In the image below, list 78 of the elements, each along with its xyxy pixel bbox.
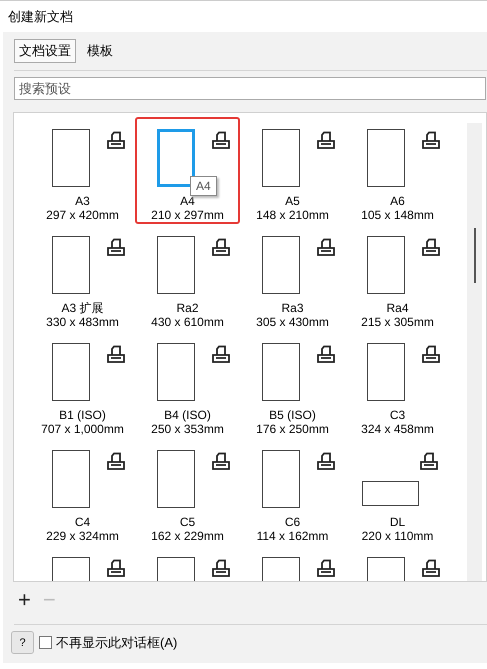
preset-name: C5	[180, 515, 196, 529]
preset-size: 297 x 420mm	[46, 208, 119, 222]
tooltip: A4	[190, 176, 217, 196]
preset-item[interactable]: A5 148 x 210mm	[240, 117, 345, 224]
printer-icon	[211, 345, 231, 365]
search-field[interactable]: 搜索预设	[14, 77, 486, 100]
printer-icon	[419, 452, 439, 472]
preset-name: B1 (ISO)	[59, 408, 106, 422]
printer-icon	[421, 345, 441, 365]
preset-item[interactable]: C5 162 x 229mm	[135, 438, 240, 545]
preset-name: B4 (ISO)	[164, 408, 211, 422]
preset-item[interactable]: C4 229 x 324mm	[30, 438, 135, 545]
preset-name: C4	[74, 515, 90, 529]
preset-name: A6	[390, 194, 405, 208]
scrollbar[interactable]	[467, 123, 482, 581]
printer-icon	[316, 345, 336, 365]
printer-icon	[211, 238, 231, 258]
printer-icon	[421, 238, 441, 258]
printer-icon	[316, 238, 336, 258]
preset-name: A4	[180, 194, 195, 208]
preset-size: 250 x 353mm	[151, 422, 224, 436]
checkbox[interactable]	[39, 636, 52, 649]
preset-size: 105 x 148mm	[361, 208, 434, 222]
printer-icon	[421, 131, 441, 151]
preset-name: C6	[284, 515, 300, 529]
tab[interactable]: 模板	[82, 39, 118, 63]
preset-name: DL	[390, 515, 406, 529]
preset-size: 148 x 210mm	[256, 208, 329, 222]
printer-icon	[106, 238, 126, 258]
preset-item[interactable]: C6 114 x 162mm	[240, 438, 345, 545]
preset-size: 305 x 430mm	[256, 315, 329, 329]
preset-size: 330 x 483mm	[46, 315, 119, 329]
preset-size: 707 x 1,000mm	[41, 422, 124, 436]
preset-item[interactable]: B1 (ISO) 707 x 1,000mm	[30, 331, 135, 438]
preset-name: B5 (ISO)	[269, 408, 316, 422]
add-button[interactable]: +	[15, 589, 34, 611]
preset-name: A3 扩展	[61, 301, 104, 315]
preset-item[interactable]: Ra3 305 x 430mm	[240, 224, 345, 331]
scrollbar-thumb[interactable]	[474, 228, 476, 283]
printer-icon	[211, 131, 231, 151]
preset-name: Ra2	[176, 301, 198, 315]
preset-size: 430 x 610mm	[151, 315, 224, 329]
printer-icon	[211, 559, 231, 579]
printer-icon	[106, 345, 126, 365]
preset-size: 229 x 324mm	[46, 529, 119, 543]
preset-item[interactable]: A6 105 x 148mm	[345, 117, 450, 224]
printer-icon	[106, 559, 126, 579]
preset-item[interactable]: B5 (ISO) 176 x 250mm	[240, 331, 345, 438]
preset-item[interactable]: A3 扩展 330 x 483mm	[30, 224, 135, 331]
preset-name: C3	[390, 408, 406, 422]
preset-item[interactable]: A3 297 x 420mm	[30, 117, 135, 224]
preset-size: 176 x 250mm	[256, 422, 329, 436]
printer-icon	[106, 131, 126, 151]
preset-item[interactable]: Ra4 215 x 305mm	[345, 224, 450, 331]
printer-icon	[421, 559, 441, 579]
printer-icon	[316, 131, 336, 151]
preset-size: 210 x 297mm	[151, 208, 224, 222]
printer-icon	[211, 452, 231, 472]
preset-item[interactable]: Ra2 430 x 610mm	[135, 224, 240, 331]
preset-size: 114 x 162mm	[256, 529, 328, 543]
printer-icon	[316, 559, 336, 579]
preset-name: A5	[285, 194, 300, 208]
preset-size: 215 x 305mm	[361, 315, 434, 329]
help-button[interactable]: ?	[11, 631, 34, 654]
tab[interactable]: 文档设置	[14, 39, 76, 63]
checkbox-label[interactable]: 不再显示此对话框(A)	[56, 634, 178, 652]
preset-name: A3	[75, 194, 90, 208]
preset-size: 162 x 229mm	[151, 529, 224, 543]
preset-size: 220 x 110mm	[362, 529, 434, 543]
preset-item[interactable]: A4 A4 210 x 297mm	[135, 117, 240, 224]
preset-item[interactable]: B4 (ISO) 250 x 353mm	[135, 331, 240, 438]
preset-item[interactable]: C3 324 x 458mm	[345, 331, 450, 438]
preset-name: Ra3	[281, 301, 304, 315]
preset-size: 324 x 458mm	[361, 422, 434, 436]
printer-icon	[106, 452, 126, 472]
printer-icon	[316, 452, 336, 472]
preset-item[interactable]: DL 220 x 110mm	[345, 438, 450, 545]
preset-name: Ra4	[386, 301, 408, 315]
